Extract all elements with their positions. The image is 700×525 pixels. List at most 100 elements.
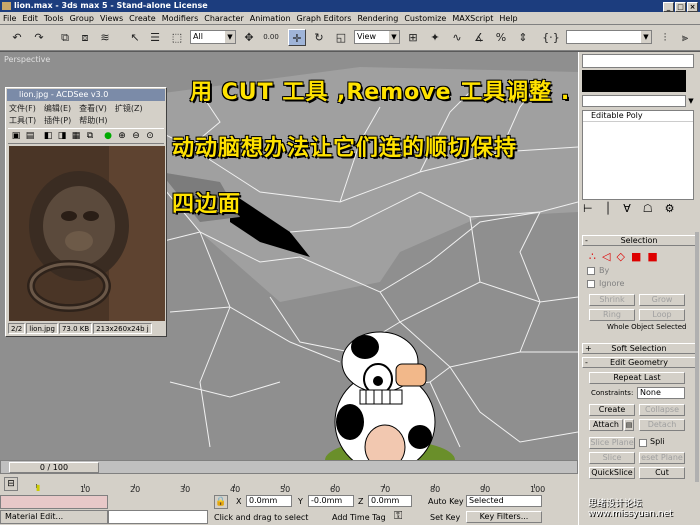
next-image-icon[interactable]: ◨ [56, 130, 68, 142]
edit-geometry-rollout-header[interactable]: - Edit Geometry [582, 357, 696, 368]
scale-icon[interactable]: ◱ [332, 29, 350, 46]
named-selection-sets-dropdown[interactable]: ▼ [566, 30, 652, 44]
menu-help[interactable]: Help [496, 12, 520, 25]
slideshow-icon[interactable]: ▦ [70, 130, 82, 142]
track-bar[interactable]: ⊟ ▮ 10 20 30 40 50 60 70 80 90 100 [0, 475, 578, 495]
acdsee-menu-plugins[interactable]: 插件(P) [44, 116, 71, 125]
browse-icon[interactable]: ▣ [10, 130, 22, 142]
menu-group[interactable]: Group [67, 12, 97, 25]
zoom-in-icon[interactable]: ⊕ [116, 130, 128, 142]
pin-stack-icon[interactable]: ⊢ [583, 202, 593, 215]
create-button[interactable]: Create [589, 404, 635, 416]
zoom-fit-icon[interactable]: ⊙ [144, 130, 156, 142]
key-icon[interactable]: ⚿ [394, 510, 424, 524]
remove-modifier-icon[interactable]: ☖ [643, 202, 653, 215]
minimize-button[interactable]: _ [663, 2, 674, 12]
snap-value[interactable]: 0.00 [262, 29, 280, 46]
by-vertex-checkbox[interactable] [587, 267, 595, 275]
rotate-icon[interactable]: ↻ [310, 29, 328, 46]
time-slider[interactable]: 0 / 100 [0, 460, 578, 474]
percent-snap-icon[interactable]: % [492, 29, 510, 46]
edge-icon[interactable]: ◁ [602, 250, 610, 263]
configure-sets-icon[interactable]: ⚙ [665, 202, 675, 215]
select-link-icon[interactable]: ⧉ [56, 29, 74, 46]
menu-maxscript[interactable]: MAXScript [449, 12, 496, 25]
maximize-button[interactable]: □ [675, 2, 686, 12]
element-icon[interactable]: ■ [647, 250, 657, 263]
split-checkbox[interactable] [639, 439, 647, 447]
pivot-center-icon[interactable]: ⊞ [404, 29, 422, 46]
undo-icon[interactable]: ↶ [8, 29, 26, 46]
quickslice-button[interactable]: QuickSlice [589, 467, 635, 479]
viewport-label[interactable]: Perspective [4, 55, 50, 64]
lock-selection-icon[interactable]: 🔒 [214, 495, 228, 509]
copy-icon[interactable]: ⧉ [84, 130, 96, 142]
menu-animation[interactable]: Animation [247, 12, 294, 25]
select-move-icon[interactable]: ✥ [240, 29, 258, 46]
acdsee-title-bar[interactable]: lion.jpg - ACDSee v3.0 [7, 89, 165, 101]
snaps-toggle-icon[interactable]: ∿ [448, 29, 466, 46]
x-coordinate-field[interactable]: 0.0mm [246, 495, 292, 507]
object-color-swatch[interactable] [582, 70, 686, 92]
menu-create[interactable]: Create [126, 12, 159, 25]
soft-selection-rollout-header[interactable]: + Soft Selection [582, 343, 696, 354]
menu-views[interactable]: Views [97, 12, 126, 25]
selection-region-icon[interactable]: ⬚ [168, 29, 186, 46]
menu-edit[interactable]: Edit [19, 12, 41, 25]
align-icon[interactable]: ⫸ [676, 29, 694, 46]
polygon-icon[interactable]: ■ [631, 250, 641, 263]
auto-key-button[interactable]: Auto Key [428, 497, 464, 506]
selection-rollout-header[interactable]: - Selection [582, 235, 696, 246]
named-selection-icon[interactable]: {⋅} [542, 29, 560, 46]
menu-tools[interactable]: Tools [41, 12, 67, 25]
menu-file[interactable]: File [0, 12, 19, 25]
reset-plane-button[interactable]: eset Plane [639, 452, 685, 464]
panel-scrollbar[interactable] [695, 232, 699, 482]
shrink-button[interactable]: Shrink [589, 294, 635, 306]
close-button[interactable]: × [687, 2, 698, 12]
refresh-icon[interactable]: ● [102, 130, 114, 142]
attach-button[interactable]: Attach [589, 419, 623, 431]
repeat-last-button[interactable]: Repeat Last [589, 372, 685, 384]
y-coordinate-field[interactable]: -0.0mm [308, 495, 354, 507]
acdsee-menu-file[interactable]: 文件(F) [9, 104, 36, 113]
maxscript-listener[interactable] [0, 495, 108, 509]
mini-curve-editor-icon[interactable]: ⊟ [4, 477, 18, 491]
set-key-button[interactable]: Set Key [430, 513, 460, 522]
angle-snap-icon[interactable]: ∡ [470, 29, 488, 46]
slice-plane-button[interactable]: Slice Plane [589, 437, 635, 449]
attach-list-icon[interactable]: ▤ [624, 419, 634, 431]
acdsee-menu-help[interactable]: 帮助(H) [79, 116, 107, 125]
select-manipulate-icon[interactable]: ✦ [426, 29, 444, 46]
menu-graph-editors[interactable]: Graph Editors [294, 12, 355, 25]
material-editor-taskbar-button[interactable]: Material Edit... [0, 510, 108, 524]
modifier-list-dropdown[interactable] [582, 95, 686, 107]
constraints-dropdown[interactable]: None [637, 387, 685, 399]
unlink-icon[interactable]: ⧈ [76, 29, 94, 46]
selected-dropdown[interactable]: Selected [466, 495, 542, 507]
add-time-tag-button[interactable]: Add Time Tag [332, 513, 386, 522]
zoom-out-icon[interactable]: ⊖ [130, 130, 142, 142]
slice-button[interactable]: Slice [589, 452, 635, 464]
open-folder-icon[interactable]: ▤ [24, 130, 36, 142]
ignore-backfacing-checkbox[interactable] [587, 280, 595, 288]
menu-customize[interactable]: Customize [401, 12, 449, 25]
selection-filter-dropdown[interactable]: All ▼ [190, 30, 236, 44]
acdsee-menu-edit[interactable]: 编辑(E) [44, 104, 71, 113]
select-by-name-icon[interactable]: ☰ [146, 29, 164, 46]
vertex-icon[interactable]: ∴ [589, 250, 596, 263]
acdsee-menu-zoom[interactable]: 扩镜(Z) [115, 104, 143, 113]
chevron-down-icon[interactable]: ▼ [686, 95, 696, 107]
modifier-stack[interactable]: Editable Poly [582, 110, 694, 200]
reference-coord-dropdown[interactable]: View ▼ [354, 30, 400, 44]
grow-button[interactable]: Grow [639, 294, 685, 306]
show-end-result-icon[interactable]: │ [605, 202, 612, 215]
acdsee-menu-tools[interactable]: 工具(T) [9, 116, 36, 125]
bind-space-warp-icon[interactable]: ≋ [96, 29, 114, 46]
object-name-field[interactable] [582, 54, 694, 68]
time-slider-thumb[interactable]: 0 / 100 [9, 462, 99, 473]
cut-button[interactable]: Cut [639, 467, 685, 479]
detach-button[interactable]: Detach [639, 419, 685, 431]
prev-image-icon[interactable]: ◧ [42, 130, 54, 142]
menu-character[interactable]: Character [201, 12, 247, 25]
